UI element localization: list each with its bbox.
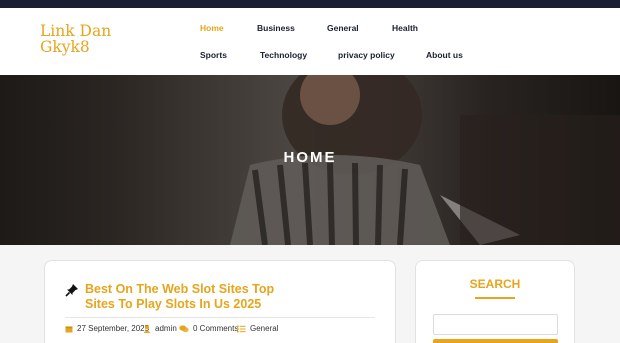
- post-comments[interactable]: 0 Comments: [179, 324, 238, 333]
- user-icon: [143, 324, 151, 333]
- post-date[interactable]: 27 September, 2025: [65, 324, 149, 333]
- site-header: Link Dan Gkyk8 Home Business General Hea…: [0, 8, 620, 75]
- site-logo[interactable]: Link Dan Gkyk8: [40, 23, 150, 55]
- post-category-text: General: [250, 324, 279, 333]
- nav-item-technology[interactable]: Technology: [260, 50, 307, 60]
- top-accent-bar: [0, 0, 620, 8]
- post-card: Best On The Web Slot Sites Top Sites To …: [44, 260, 396, 343]
- comments-icon: [179, 324, 189, 332]
- post-date-text: 27 September, 2025: [77, 324, 150, 333]
- calendar-icon: [65, 326, 73, 332]
- post-category[interactable]: General: [237, 324, 278, 333]
- nav-item-about-us[interactable]: About us: [426, 50, 463, 60]
- search-heading: SEARCH: [469, 277, 521, 291]
- post-author[interactable]: admin: [143, 324, 177, 333]
- pin-icon: [65, 283, 79, 297]
- nav-item-health[interactable]: Health: [392, 23, 418, 33]
- divider: [65, 317, 375, 318]
- search-button[interactable]: [433, 339, 558, 343]
- hero-banner: HOME: [0, 75, 620, 245]
- logo-line-2: Gkyk8: [40, 38, 90, 56]
- search-input[interactable]: [433, 314, 558, 335]
- search-widget: SEARCH: [415, 260, 575, 343]
- post-comments-text: 0 Comments: [193, 324, 239, 333]
- heading-underline: [475, 297, 515, 299]
- page-title: HOME: [283, 149, 337, 166]
- nav-item-general[interactable]: General: [327, 23, 359, 33]
- nav-item-privacy-policy[interactable]: privacy policy: [338, 50, 395, 60]
- logo-line-1: Link Dan: [40, 22, 112, 40]
- list-icon: [237, 325, 246, 332]
- nav-item-business[interactable]: Business: [257, 23, 295, 33]
- nav-item-home[interactable]: Home: [200, 23, 224, 33]
- nav-item-sports[interactable]: Sports: [200, 50, 227, 60]
- post-title-link[interactable]: Best On The Web Slot Sites Top Sites To …: [85, 282, 285, 312]
- post-author-text: admin: [155, 324, 177, 333]
